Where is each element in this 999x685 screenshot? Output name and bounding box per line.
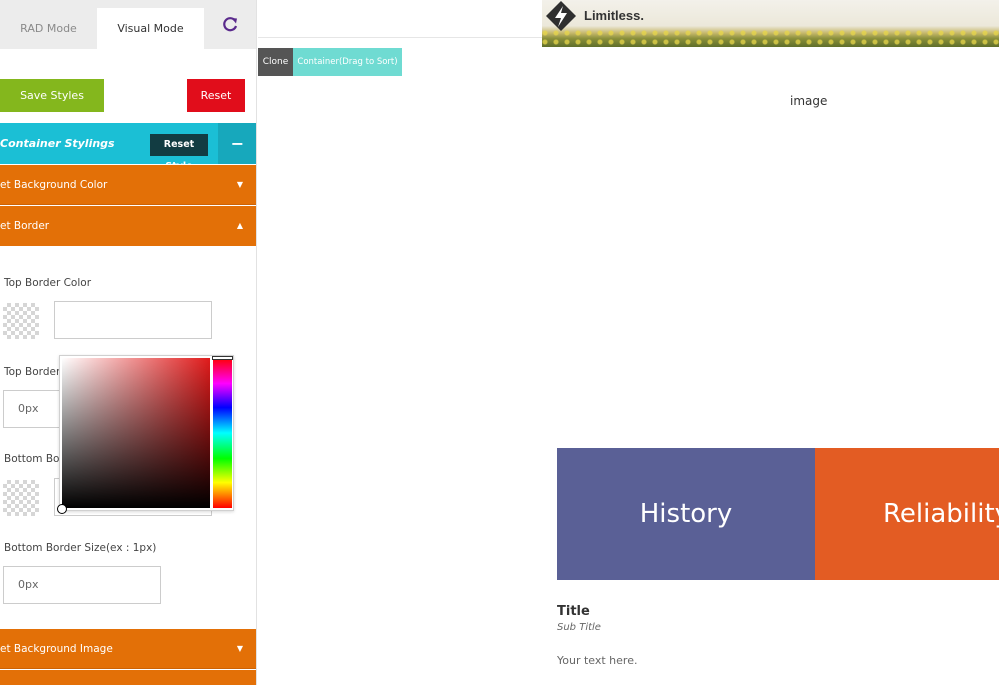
accordion-next[interactable] (0, 670, 256, 685)
tile-history[interactable]: History (557, 448, 815, 580)
accordion-background-image[interactable]: et Background Image ▼ (0, 629, 256, 669)
mode-tabs: RAD Mode Visual Mode (0, 0, 256, 49)
tile-reliability[interactable]: Reliability (815, 448, 999, 580)
reset-style-button[interactable]: Reset Style (150, 134, 208, 172)
color-picker-hue-slider[interactable] (213, 358, 232, 508)
color-picker-saturation-field[interactable] (57, 358, 210, 514)
refresh-icon[interactable] (220, 15, 240, 35)
bottom-border-color-label: Bottom Bor (4, 453, 64, 465)
section-title: Container Stylings (0, 137, 115, 150)
reset-button[interactable]: Reset (187, 79, 245, 112)
chevron-down-icon: ▼ (236, 644, 243, 653)
card-title: Title (557, 604, 590, 619)
top-border-color-input[interactable] (54, 301, 212, 339)
chevron-up-icon: ▲ (236, 221, 243, 230)
hue-slider-handle[interactable] (212, 356, 233, 360)
tab-visual-mode[interactable]: Visual Mode (97, 8, 204, 49)
bottom-border-size-label: Bottom Border Size(ex : 1px) (4, 542, 157, 554)
image-placeholder: image (790, 94, 828, 108)
drag-handle[interactable]: Container(Drag to Sort) (293, 48, 402, 76)
card-text: Your text here. (557, 654, 638, 667)
bolt-logo-icon (546, 1, 576, 31)
site-logo[interactable]: Limitless. (544, 0, 664, 32)
style-editor-panel: RAD Mode Visual Mode Save Styles Reset C… (0, 0, 257, 685)
color-picker (57, 355, 234, 514)
tab-rad-mode[interactable]: RAD Mode (0, 8, 97, 49)
accordion-label: et Border (0, 220, 50, 232)
collapse-icon[interactable]: − (218, 123, 256, 164)
container-stylings-header[interactable]: Container Stylings Reset Style − (0, 123, 256, 172)
color-picker-handle[interactable] (57, 504, 67, 514)
accordion-background-color[interactable]: et Background Color ▼ (0, 165, 256, 205)
chevron-down-icon: ▼ (236, 180, 243, 189)
clone-button[interactable]: Clone (258, 48, 293, 76)
accordion-label: et Background Image (0, 643, 113, 655)
card-subtitle: Sub Title (557, 622, 601, 633)
page-canvas: Limitless. Clone Container(Drag to Sort)… (258, 0, 999, 685)
accordion-label: et Background Color (0, 179, 108, 191)
top-border-color-swatch[interactable] (3, 303, 39, 339)
top-border-color-label: Top Border Color (4, 277, 92, 289)
bottom-border-color-swatch[interactable] (3, 480, 39, 516)
hero-flowers (542, 30, 999, 47)
save-styles-button[interactable]: Save Styles (0, 79, 104, 112)
bottom-border-size-input[interactable]: 0px (3, 566, 161, 604)
top-border-size-label: Top Border (4, 366, 61, 378)
logo-text: Limitless. (584, 8, 644, 23)
accordion-border[interactable]: et Border ▲ (0, 206, 256, 246)
